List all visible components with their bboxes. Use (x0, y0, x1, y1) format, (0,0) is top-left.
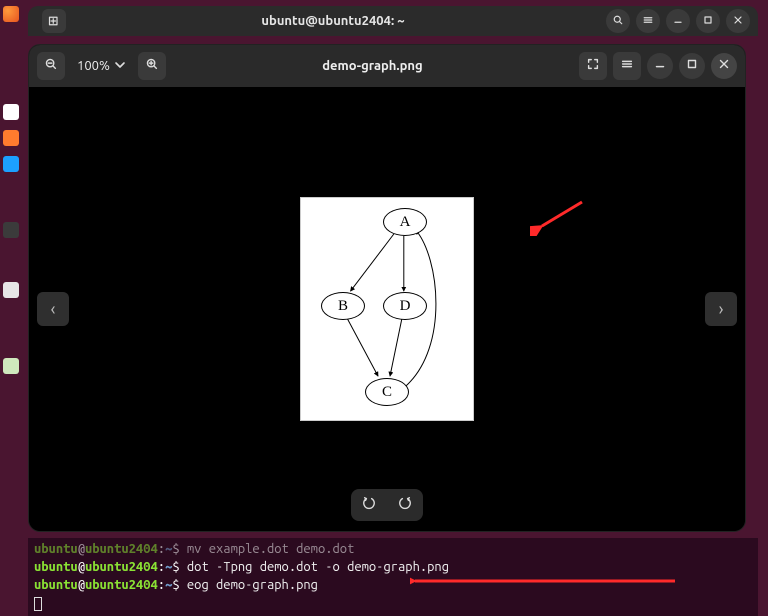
rotate-left-button[interactable] (356, 492, 382, 518)
terminal-maximize-button[interactable] (696, 9, 720, 33)
fullscreen-button[interactable] (579, 52, 607, 80)
viewer-close-button[interactable] (711, 53, 737, 79)
maximize-icon (685, 57, 699, 75)
graph-node-a: A (383, 208, 427, 236)
terminal-cursor-line (34, 594, 752, 612)
terminal-line-2: ubuntu@ubuntu2404:~$ eog demo-graph.png (34, 576, 752, 594)
terminal-titlebar: ubuntu@ubuntu2404: ~ (28, 6, 758, 36)
close-icon (732, 14, 744, 29)
minimize-icon (653, 57, 667, 75)
minimize-icon (672, 14, 684, 29)
rotation-toolbar (351, 489, 423, 521)
image-viewer-window: 100% demo-graph.png ‹ › (28, 44, 746, 532)
rotate-left-icon (362, 496, 376, 514)
zoom-value: 100% (77, 59, 110, 73)
terminal-minimize-button[interactable] (666, 9, 690, 33)
hamburger-icon (642, 14, 654, 29)
dock-app-5[interactable] (3, 282, 19, 298)
fullscreen-icon (586, 57, 600, 75)
terminal-output[interactable]: ubuntu@ubuntu2404:~$ mv example.dot demo… (28, 538, 758, 616)
viewer-minimize-button[interactable] (647, 53, 673, 79)
viewer-headerbar: 100% demo-graph.png (29, 45, 745, 87)
rotate-right-button[interactable] (392, 492, 418, 518)
terminal-cursor (34, 597, 42, 611)
viewer-title: demo-graph.png (172, 59, 573, 73)
terminal-search-button[interactable] (606, 9, 630, 33)
maximize-icon (702, 14, 714, 29)
graph-node-b: B (321, 292, 365, 320)
dock-firefox[interactable] (3, 6, 19, 22)
dock-app-4[interactable] (3, 222, 19, 238)
terminal-menu-button[interactable] (636, 9, 660, 33)
viewer-menu-button[interactable] (613, 52, 641, 80)
terminal-title: ubuntu@ubuntu2404: ~ (66, 14, 600, 28)
zoom-in-button[interactable] (138, 52, 166, 80)
zoom-out-button[interactable] (37, 52, 65, 80)
terminal-line-1: ubuntu@ubuntu2404:~$ dot -Tpng demo.dot … (34, 558, 752, 576)
next-image-button[interactable]: › (705, 292, 737, 326)
prev-image-button[interactable]: ‹ (37, 292, 69, 326)
search-icon (612, 14, 624, 29)
rotate-right-icon (398, 496, 412, 514)
zoom-in-icon (145, 57, 159, 75)
zoom-level[interactable]: 100% (71, 59, 132, 74)
displayed-image: A B D C (300, 197, 474, 421)
chevron-down-icon (114, 59, 126, 74)
terminal-line-0: ubuntu@ubuntu2404:~$ mv example.dot demo… (34, 540, 752, 558)
graph-node-d: D (383, 292, 427, 320)
viewer-canvas-area: ‹ › A B D (29, 87, 745, 531)
chevron-right-icon: › (718, 299, 723, 319)
close-icon (717, 57, 731, 75)
dock-app-2[interactable] (3, 130, 19, 146)
dock-app-6[interactable] (3, 358, 19, 374)
new-tab-button[interactable] (42, 9, 66, 33)
graph-node-c: C (365, 378, 409, 406)
chevron-left-icon: ‹ (50, 299, 55, 319)
dock-app-3[interactable] (3, 156, 19, 172)
dock-app-1[interactable] (3, 104, 19, 120)
dock (0, 0, 22, 616)
viewer-maximize-button[interactable] (679, 53, 705, 79)
terminal-close-button[interactable] (726, 9, 750, 33)
hamburger-icon (620, 57, 634, 75)
zoom-out-icon (44, 57, 58, 75)
